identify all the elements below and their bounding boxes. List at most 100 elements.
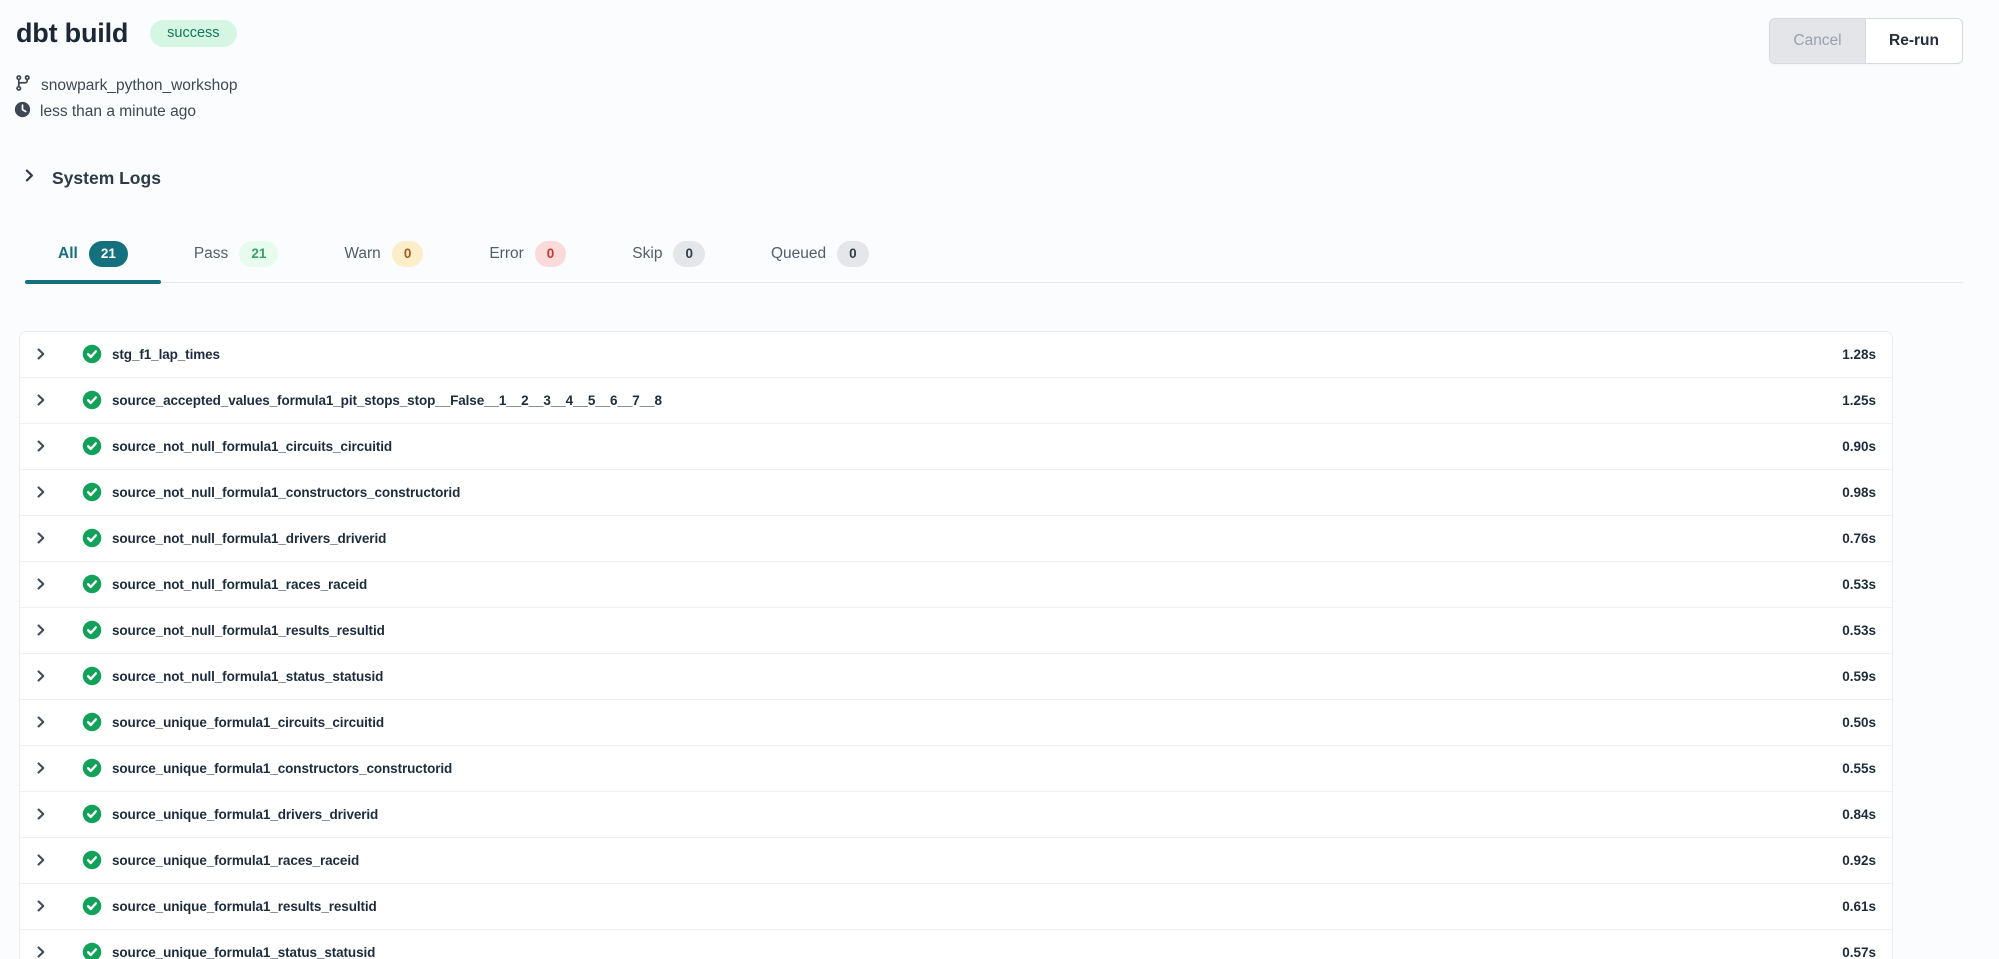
run-actions: Cancel Re-run bbox=[1769, 18, 1963, 64]
result-duration: 1.25s bbox=[1842, 393, 1876, 408]
check-circle-icon bbox=[82, 574, 102, 594]
time-ago-text: less than a minute ago bbox=[40, 103, 196, 121]
expand-chevron-icon[interactable] bbox=[34, 346, 48, 362]
result-duration: 0.53s bbox=[1842, 623, 1876, 638]
git-branch-icon bbox=[14, 74, 32, 97]
expand-chevron-icon[interactable] bbox=[34, 944, 48, 959]
expand-chevron-icon[interactable] bbox=[34, 484, 48, 500]
rerun-button[interactable]: Re-run bbox=[1866, 19, 1962, 63]
expand-chevron-icon[interactable] bbox=[34, 806, 48, 822]
expand-chevron-icon[interactable] bbox=[34, 392, 48, 408]
title-group: dbt build success bbox=[16, 18, 237, 49]
result-row[interactable]: source_unique_formula1_races_raceid 0.92… bbox=[20, 838, 1892, 884]
check-circle-icon bbox=[82, 482, 102, 502]
check-circle-icon bbox=[82, 666, 102, 686]
time-row: less than a minute ago bbox=[14, 101, 1999, 123]
results-list: stg_f1_lap_times 1.28s source_accepted_v… bbox=[19, 331, 1893, 959]
result-name: source_not_null_formula1_results_resulti… bbox=[112, 623, 1842, 638]
system-logs-label: System Logs bbox=[52, 168, 161, 189]
tab-label: Error bbox=[489, 245, 523, 263]
result-row[interactable]: source_not_null_formula1_drivers_driveri… bbox=[20, 516, 1892, 562]
tab-count-badge: 21 bbox=[89, 241, 128, 267]
check-circle-icon bbox=[82, 528, 102, 548]
check-circle-icon bbox=[82, 850, 102, 870]
tab-label: All bbox=[58, 245, 78, 263]
result-duration: 0.55s bbox=[1842, 761, 1876, 776]
page-title: dbt build bbox=[16, 18, 128, 49]
tab-count-badge: 0 bbox=[392, 241, 424, 267]
expand-chevron-icon[interactable] bbox=[34, 714, 48, 730]
tab-label: Pass bbox=[194, 245, 228, 263]
result-name: source_unique_formula1_circuits_circuiti… bbox=[112, 715, 1842, 730]
result-duration: 0.90s bbox=[1842, 439, 1876, 454]
check-circle-icon bbox=[82, 344, 102, 364]
expand-chevron-icon[interactable] bbox=[34, 438, 48, 454]
result-duration: 0.57s bbox=[1842, 945, 1876, 959]
result-row[interactable]: source_unique_formula1_results_resultid … bbox=[20, 884, 1892, 930]
result-name: source_not_null_formula1_status_statusid bbox=[112, 669, 1842, 684]
result-name: source_unique_formula1_races_raceid bbox=[112, 853, 1842, 868]
expand-chevron-icon[interactable] bbox=[34, 622, 48, 638]
tab-label: Skip bbox=[632, 245, 662, 263]
result-duration: 0.59s bbox=[1842, 669, 1876, 684]
result-duration: 0.84s bbox=[1842, 807, 1876, 822]
branch-row: snowpark_python_workshop bbox=[14, 74, 1999, 97]
run-header: dbt build success Cancel Re-run bbox=[0, 0, 1999, 64]
tab-item[interactable]: Error 0 bbox=[456, 231, 599, 282]
check-circle-icon bbox=[82, 712, 102, 732]
result-row[interactable]: source_not_null_formula1_constructors_co… bbox=[20, 470, 1892, 516]
tab-item[interactable]: Skip 0 bbox=[599, 231, 738, 282]
expand-chevron-icon[interactable] bbox=[34, 898, 48, 914]
tab-label: Warn bbox=[344, 245, 380, 263]
expand-chevron-icon[interactable] bbox=[34, 760, 48, 776]
cancel-button[interactable]: Cancel bbox=[1770, 19, 1866, 63]
check-circle-icon bbox=[82, 942, 102, 959]
result-row[interactable]: source_not_null_formula1_circuits_circui… bbox=[20, 424, 1892, 470]
expand-chevron-icon[interactable] bbox=[34, 576, 48, 592]
result-row[interactable]: source_not_null_formula1_status_statusid… bbox=[20, 654, 1892, 700]
result-name: stg_f1_lap_times bbox=[112, 347, 1842, 362]
check-circle-icon bbox=[82, 620, 102, 640]
tab-count-badge: 0 bbox=[535, 241, 567, 267]
expand-chevron-icon[interactable] bbox=[34, 852, 48, 868]
check-circle-icon bbox=[82, 758, 102, 778]
result-row[interactable]: source_unique_formula1_drivers_driverid … bbox=[20, 792, 1892, 838]
result-name: source_unique_formula1_constructors_cons… bbox=[112, 761, 1842, 776]
result-row[interactable]: stg_f1_lap_times 1.28s bbox=[20, 332, 1892, 378]
tab-item[interactable]: Queued 0 bbox=[738, 231, 902, 282]
result-duration: 0.76s bbox=[1842, 531, 1876, 546]
clock-icon bbox=[14, 101, 31, 123]
result-duration: 0.61s bbox=[1842, 899, 1876, 914]
result-name: source_not_null_formula1_circuits_circui… bbox=[112, 439, 1842, 454]
result-row[interactable]: source_unique_formula1_status_statusid 0… bbox=[20, 930, 1892, 959]
result-name: source_not_null_formula1_drivers_driveri… bbox=[112, 531, 1842, 546]
result-name: source_accepted_values_formula1_pit_stop… bbox=[112, 393, 1842, 408]
result-duration: 1.28s bbox=[1842, 347, 1876, 362]
check-circle-icon bbox=[82, 804, 102, 824]
result-row[interactable]: source_unique_formula1_constructors_cons… bbox=[20, 746, 1892, 792]
result-row[interactable]: source_accepted_values_formula1_pit_stop… bbox=[20, 378, 1892, 424]
result-filter-tabs: All 21 Pass 21 Warn 0 Error 0 Skip 0 Que… bbox=[25, 231, 1963, 283]
tab-count-badge: 0 bbox=[837, 241, 869, 267]
run-meta: snowpark_python_workshop less than a min… bbox=[0, 74, 1999, 123]
result-name: source_not_null_formula1_constructors_co… bbox=[112, 485, 1842, 500]
tab-item[interactable]: Warn 0 bbox=[311, 231, 456, 282]
result-row[interactable]: source_unique_formula1_circuits_circuiti… bbox=[20, 700, 1892, 746]
expand-chevron-icon[interactable] bbox=[34, 530, 48, 546]
check-circle-icon bbox=[82, 390, 102, 410]
expand-chevron-icon[interactable] bbox=[34, 668, 48, 684]
tab-item[interactable]: All 21 bbox=[25, 231, 161, 282]
check-circle-icon bbox=[82, 896, 102, 916]
status-badge: success bbox=[150, 20, 236, 47]
tab-item[interactable]: Pass 21 bbox=[161, 231, 312, 282]
system-logs-toggle[interactable]: System Logs bbox=[22, 167, 1999, 189]
tab-label: Queued bbox=[771, 245, 826, 263]
result-duration: 0.92s bbox=[1842, 853, 1876, 868]
branch-name: snowpark_python_workshop bbox=[41, 77, 237, 95]
result-duration: 0.98s bbox=[1842, 485, 1876, 500]
chevron-right-icon bbox=[22, 167, 37, 189]
result-name: source_unique_formula1_status_statusid bbox=[112, 945, 1842, 959]
result-row[interactable]: source_not_null_formula1_races_raceid 0.… bbox=[20, 562, 1892, 608]
result-duration: 0.50s bbox=[1842, 715, 1876, 730]
result-row[interactable]: source_not_null_formula1_results_resulti… bbox=[20, 608, 1892, 654]
